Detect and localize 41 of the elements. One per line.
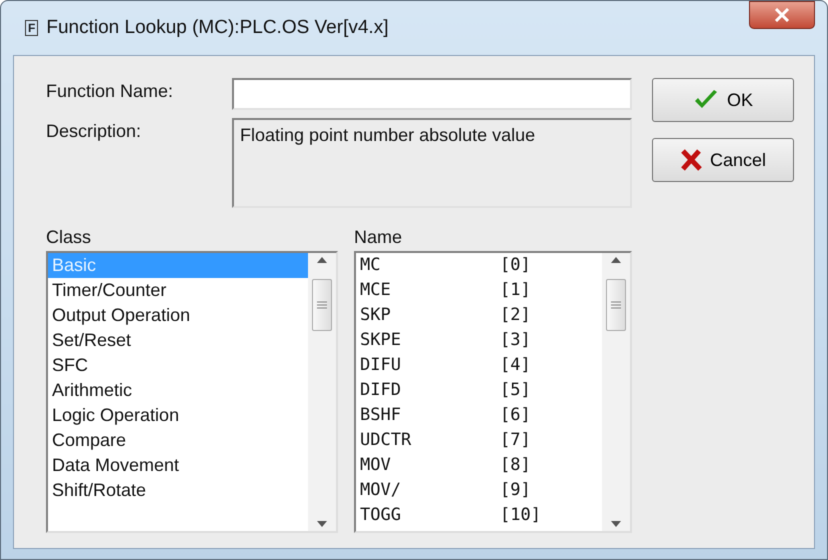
scroll-thumb[interactable]: [606, 279, 626, 331]
scroll-down-icon[interactable]: [317, 521, 327, 527]
scroll-thumb[interactable]: [312, 279, 332, 331]
close-icon: [774, 8, 790, 22]
scroll-up-icon[interactable]: [611, 257, 621, 263]
window-title: Function Lookup (MC):PLC.OS Ver[v4.x]: [46, 16, 388, 40]
function-name-field[interactable]: [232, 78, 632, 110]
list-item[interactable]: MCE [1]: [356, 278, 602, 303]
list-item[interactable]: Logic Operation: [48, 403, 308, 428]
ok-button[interactable]: OK: [652, 78, 794, 122]
list-item[interactable]: BSHF [6]: [356, 403, 602, 428]
list-item[interactable]: SKPE [3]: [356, 328, 602, 353]
list-item[interactable]: SFC: [48, 353, 308, 378]
list-item[interactable]: Compare: [48, 428, 308, 453]
list-item[interactable]: DIFU [4]: [356, 353, 602, 378]
scroll-up-icon[interactable]: [317, 257, 327, 263]
list-label: Name: [354, 226, 404, 249]
cancel-button[interactable]: Cancel: [652, 138, 794, 182]
list-item[interactable]: Timer/Counter: [48, 278, 308, 303]
scrollbar[interactable]: [602, 253, 630, 531]
list-item[interactable]: Set/Reset: [48, 328, 308, 353]
field-label: Function Name:: [46, 80, 174, 103]
scrollbar[interactable]: [308, 253, 336, 531]
scroll-down-icon[interactable]: [611, 521, 621, 527]
list-item[interactable]: SKP [2]: [356, 303, 602, 328]
list-item[interactable]: MC [0]: [356, 253, 602, 278]
list-item[interactable]: Data Movement: [48, 453, 308, 478]
list-item[interactable]: Output Operation: [48, 303, 308, 328]
field-label: Description:: [46, 120, 142, 143]
list-item[interactable]: MOV/ [9]: [356, 478, 602, 503]
list-item[interactable]: Arithmetic: [48, 378, 308, 403]
list-item[interactable]: TOGG [10]: [356, 503, 602, 528]
description-box: Floating point number absolute value: [232, 118, 632, 208]
close-button[interactable]: [749, 1, 815, 29]
list-item[interactable]: Shift/Rotate: [48, 478, 308, 503]
list-item[interactable]: UDCTR [7]: [356, 428, 602, 453]
cross-icon: [680, 149, 702, 171]
app-icon: F: [25, 20, 38, 36]
list-item[interactable]: MOV [8]: [356, 453, 602, 478]
list-label: Class: [46, 226, 92, 249]
list-item[interactable]: DIFD [5]: [356, 378, 602, 403]
